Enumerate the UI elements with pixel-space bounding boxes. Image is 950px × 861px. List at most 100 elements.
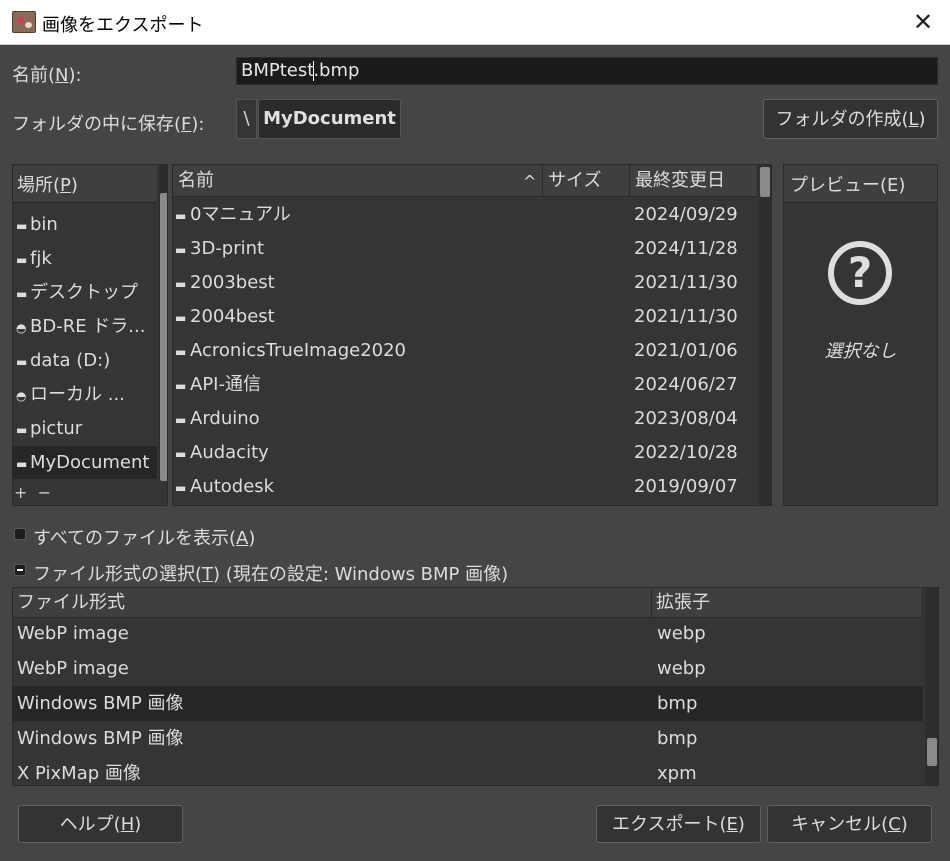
file-row[interactable]: ▬ Arduino 2023/08/04 [173,402,758,436]
file-name: Arduino [190,408,260,429]
help-button[interactable]: ヘルプ(H) [18,805,183,843]
folder-icon: ▬ [175,481,187,495]
folder-icon: ▬ [16,457,28,471]
path-button-mydocument[interactable]: MyDocument [258,99,401,139]
file-list-panel: 名前 ^ サイズ 最終変更日 ▬ 0マニュアル 2024/09/29 ▬ 3D-prin… [172,164,772,506]
file-type-name: Windows BMP 画像 [17,728,184,749]
optical-drive-icon: ◓ [16,321,27,335]
place-label: デスクトップ [30,282,138,303]
place-label: ローカル ... [30,384,125,405]
place-item[interactable]: ▬ MyDocument [13,446,157,479]
file-type-row[interactable]: WebP image webp [13,651,923,686]
place-item[interactable]: ◓ BD-RE ドラ... [13,310,157,343]
folder-icon: ▬ [16,287,28,301]
place-item[interactable]: ▬ デスクトップ [13,276,157,309]
file-modified-date: 2021/11/30 [634,272,738,293]
file-modified-date: 2019/09/07 [634,476,738,497]
path-root-button[interactable]: \ [236,99,257,139]
filename-input[interactable]: BMPtest.bmp [236,57,938,85]
file-row[interactable]: ▬ AcronicsTrueImage2020 2021/01/06 [173,334,758,368]
no-selection-text: 選択なし [824,341,897,362]
places-header: 場所(P) [13,165,157,203]
cancel-button[interactable]: キャンセル(C) [767,805,932,843]
file-list-scrollbar[interactable] [759,165,771,505]
folder-icon: ▬ [175,379,187,393]
close-icon[interactable]: ✕ [905,5,941,39]
folder-icon: ▬ [175,413,187,427]
file-row[interactable]: ▬ 2004best 2021/11/30 [173,300,758,334]
file-type-row[interactable]: WebP image webp [13,616,923,651]
file-row[interactable]: ▬ API-通信 2024/06/27 [173,368,758,402]
save-in-folder-label: フォルダの中に保存(F): [12,114,205,135]
folder-icon: ▬ [175,447,187,461]
file-type-row[interactable]: X PixMap 画像 xpm [13,756,923,785]
place-item[interactable]: ▬ fjk [13,242,157,275]
file-name: Autodesk [190,476,275,497]
file-type-row[interactable]: Windows BMP 画像 bmp [13,721,923,756]
create-folder-button[interactable]: フォルダの作成(L) [763,99,938,139]
title-bar: 画像をエクスポート ✕ [0,0,950,45]
place-item[interactable]: ◓ ローカル ... [13,378,157,411]
gimp-app-icon [12,11,36,33]
place-label: fjk [30,248,52,269]
network-drive-icon: ◓ [16,389,27,403]
preview-header: プレビュー(E) [784,165,937,203]
add-place-button[interactable]: + [14,483,27,502]
name-label: 名前(N): [12,65,82,86]
remove-place-button[interactable]: − [38,483,51,502]
file-modified-date: 2024/06/27 [634,374,738,395]
show-all-files-checkbox[interactable] [14,528,26,540]
file-type-extension: xpm [657,763,697,784]
place-item[interactable]: ▬ bin [13,208,157,241]
file-type-row[interactable]: Windows BMP 画像 bmp [13,686,923,721]
file-type-expander[interactable] [14,564,26,576]
drive-icon: ▬ [16,355,28,369]
file-type-extension: bmp [657,728,698,749]
file-name: 3D-print [190,238,265,259]
sort-ascending-icon: ^ [523,172,537,191]
column-header-modified[interactable]: 最終変更日 [630,165,758,197]
column-header-file-type[interactable]: ファイル形式 [13,588,652,618]
file-modified-date: 2021/01/06 [634,340,738,361]
place-item[interactable]: ▬ pictur [13,412,157,445]
folder-icon: ▬ [175,345,187,359]
file-modified-date: 2021/11/30 [634,306,738,327]
file-type-name: WebP image [17,658,129,679]
file-name: AcronicsTrueImage2020 [190,340,407,361]
file-row[interactable]: ▬ 3D-print 2024/11/28 [173,232,758,266]
file-row[interactable]: ▬ 2003best 2021/11/30 [173,266,758,300]
places-add-remove: + − [14,483,51,502]
place-label: bin [30,214,58,235]
export-button[interactable]: エクスポート(E) [596,805,761,843]
column-header-extension[interactable]: 拡張子 [652,588,923,618]
folder-icon: ▬ [175,209,187,223]
file-row[interactable]: ▬ 0マニュアル 2024/09/29 [173,198,758,232]
file-type-extension: webp [657,623,706,644]
file-modified-date: 2023/08/04 [634,408,738,429]
file-row[interactable]: ▬ Autodesk 2019/09/07 [173,470,758,504]
file-modified-date: 2024/11/28 [634,238,738,259]
column-header-size[interactable]: サイズ [543,165,630,197]
place-label: BD-RE ドラ... [30,316,146,337]
file-type-name: WebP image [17,623,129,644]
show-all-files-label[interactable]: すべてのファイルを表示(A) [33,524,255,550]
file-list-scrollbar-thumb[interactable] [760,167,770,197]
select-file-type-label[interactable]: ファイル形式の選択(T) (現在の設定: Windows BMP 画像) [33,560,508,586]
column-header-name[interactable]: 名前 ^ [173,165,543,197]
file-type-scrollbar-thumb[interactable] [927,738,937,766]
filename-text-before-caret: BMPtest [241,60,315,81]
file-type-table: ファイル形式 拡張子 WebP image webp WebP image webp W… [12,587,939,786]
folder-icon: ▬ [175,243,187,257]
place-label: pictur [30,418,83,439]
current-setting-text: (現在の設定: Windows BMP 画像) [225,564,509,585]
folder-icon: ▬ [16,423,28,437]
place-item[interactable]: ▬ data (D:) [13,344,157,377]
file-name: Audacity [190,442,269,463]
file-name: API-通信 [190,374,261,395]
folder-icon: ▬ [16,253,28,267]
file-row[interactable]: ▬ Audacity 2022/10/28 [173,436,758,470]
places-scrollbar-thumb[interactable] [160,193,167,481]
file-modified-date: 2024/09/29 [634,204,738,225]
file-type-name: X PixMap 画像 [17,763,141,784]
window-title: 画像をエクスポート [42,15,204,36]
